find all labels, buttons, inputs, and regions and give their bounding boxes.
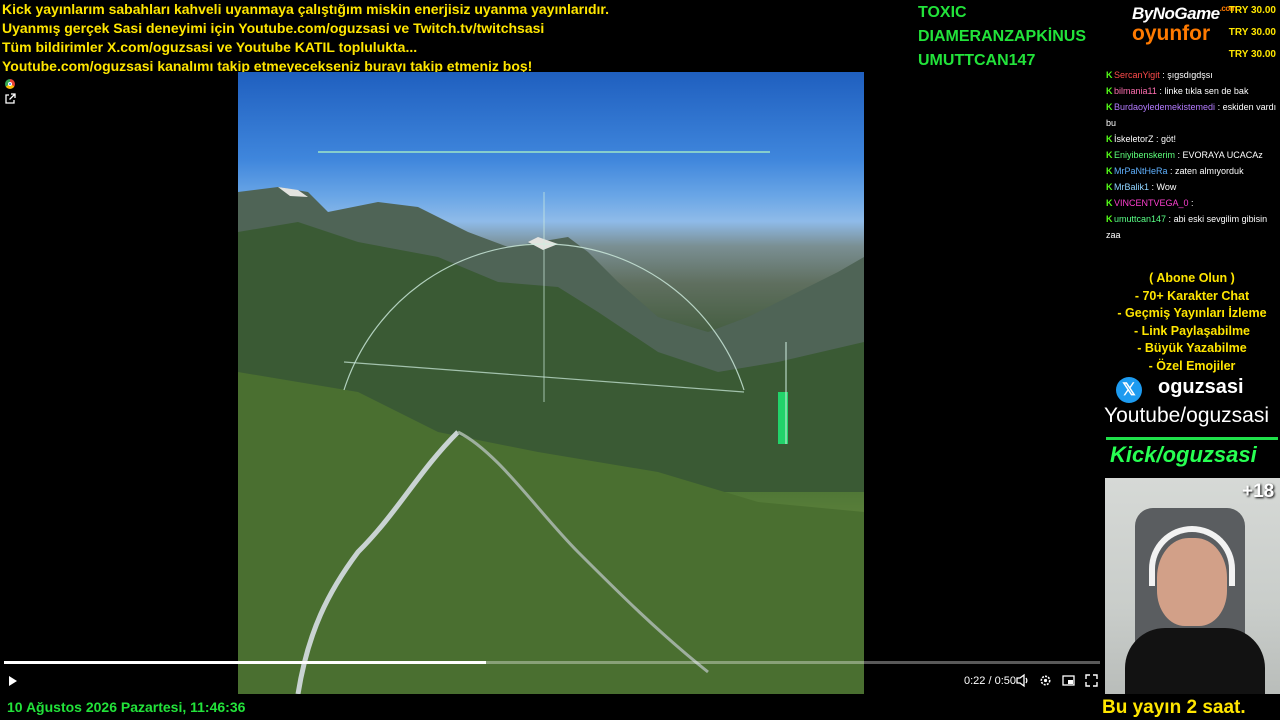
video-time: 0:22 / 0:50	[964, 675, 1016, 687]
settings-gear-icon[interactable]	[1038, 673, 1053, 688]
subscribe-line: - Büyük Yazabilme	[1137, 341, 1247, 356]
video-progress-fill	[4, 661, 487, 664]
chat-message: K Eniyibenskerim : EVORAYA UCACAz	[1106, 147, 1278, 163]
chat-username[interactable]: Eniyibenskerim	[1114, 150, 1175, 160]
ticker-line: Tüm bildirimler X.com/oguzsasi ve Youtub…	[2, 39, 418, 55]
donation-amounts: TRY 30.00 TRY 30.00 TRY 30.00	[1229, 0, 1276, 66]
subscribe-line: - Link Paylaşabilme	[1133, 323, 1251, 338]
announcement-ticker: Kick yayınlarım sabahları kahveli uyanma…	[2, 0, 902, 76]
subscribe-line: ( Abone Olun )	[1149, 271, 1235, 285]
date-time-display: 10 Ağustos 2026 Pazartesi, 11:46:36	[7, 699, 246, 715]
kick-handle: Kick/oguzsasi	[1110, 442, 1257, 467]
subscribe-line: - Geçmiş Yayınları İzleme	[1117, 306, 1267, 321]
kick-badge-icon: K	[1106, 182, 1113, 192]
chat-message: K Burdaoyledemekistemedi : eskiden vardı …	[1106, 99, 1278, 131]
chat-message: K İskeletorZ : göt!	[1106, 131, 1278, 147]
chat-text: zaten almıyorduk	[1175, 166, 1244, 176]
kick-divider	[1106, 437, 1278, 440]
kick-badge-icon: K	[1106, 86, 1113, 96]
logo-top-text: ByNoGame	[1132, 4, 1220, 23]
donor-name: UMUTTCAN147	[918, 52, 1036, 69]
chat-username[interactable]: Burdaoyledemekistemedi	[1114, 102, 1215, 112]
picture-in-picture-icon[interactable]	[1061, 673, 1076, 688]
sponsor-logo: ByNoGame.com oyunfor	[1132, 4, 1237, 52]
volume-icon[interactable]	[1015, 673, 1030, 688]
donor-name: TOXIC	[918, 4, 967, 21]
youtube-handle: Youtube/oguzsasi	[1104, 404, 1270, 427]
chat-username[interactable]: bilmania11	[1114, 86, 1157, 96]
video-progress-bar[interactable]	[4, 661, 1100, 664]
donation-amount: TRY 30.00	[1228, 49, 1276, 60]
donation-amount: TRY 30.00	[1228, 5, 1276, 16]
browser-icon	[5, 79, 15, 89]
chat-message: K SercanYigit : şıgsdıgdşsı	[1106, 67, 1278, 83]
chat-panel: K SercanYigit : şıgsdıgdşsı Kbilmania11 : …	[1106, 67, 1278, 243]
kick-badge-icon: K	[1106, 198, 1113, 208]
chat-text: göt!	[1161, 134, 1177, 144]
chat-separator: :	[1175, 150, 1183, 160]
webcam-feed	[1105, 478, 1280, 694]
chat-message: Kbilmania11 : linke tıkla sen de bak	[1106, 83, 1278, 99]
chat-text: linke tıkla sen de bak	[1164, 86, 1249, 96]
kick-badge-icon: K	[1106, 214, 1113, 224]
popout-icon[interactable]	[4, 93, 16, 105]
chat-username[interactable]: MrPaNtHeRa	[1114, 166, 1168, 176]
subscribe-benefits: ( Abone Olun ) - 70+ Karakter Chat - Geç…	[1104, 270, 1280, 376]
chat-text: şıgsdıgdşsı	[1167, 70, 1213, 80]
chat-separator: :	[1215, 102, 1223, 112]
subscribe-line: - 70+ Karakter Chat	[1134, 288, 1250, 303]
x-logo-icon: 𝕏	[1116, 377, 1142, 403]
chat-username[interactable]: MrBalik1	[1114, 182, 1149, 192]
kick-badge-icon: K	[1106, 166, 1113, 176]
video-player-frame[interactable]	[238, 72, 864, 694]
chat-message: Kumuttcan147 : abi eski sevgilim gibisin…	[1106, 211, 1278, 243]
chat-separator: :	[1149, 182, 1157, 192]
kick-badge-icon: K	[1106, 70, 1113, 80]
logo-bottom-text: oyunfor	[1132, 22, 1211, 45]
chat-username[interactable]: SercanYigit	[1114, 70, 1160, 80]
chat-separator: :	[1153, 134, 1162, 144]
chat-text: EVORAYA UCACAz	[1182, 150, 1263, 160]
streamer-torso	[1125, 628, 1265, 694]
age-rating-badge: +18	[1242, 481, 1275, 502]
chat-message: K VINCENTVEGA_0 :	[1106, 195, 1278, 211]
chat-separator: :	[1166, 214, 1174, 224]
ticker-line: Uyanmış gerçek Sasi deneyimi için Youtub…	[2, 20, 545, 36]
kick-badge-icon: K	[1106, 134, 1113, 144]
chat-message: K MrBalik1 : Wow	[1106, 179, 1278, 195]
chat-separator: :	[1167, 166, 1176, 176]
donation-amount: TRY 30.00	[1228, 27, 1276, 38]
chat-text: Wow	[1156, 182, 1177, 192]
donor-name: DIAMERANZAPKİNUS	[918, 28, 1086, 45]
kick-badge-icon: K	[1106, 102, 1113, 112]
play-icon[interactable]	[5, 674, 19, 688]
chat-username[interactable]: VINCENTVEGA_0	[1114, 198, 1189, 208]
chat-username[interactable]: İskeletorZ	[1114, 134, 1154, 144]
x-handle: oguzsasi	[1158, 376, 1244, 398]
ticker-line: Kick yayınlarım sabahları kahveli uyanma…	[2, 1, 609, 17]
chat-separator: :	[1188, 198, 1194, 208]
subscribe-line: - Özel Emojiler	[1148, 358, 1236, 373]
fullscreen-icon[interactable]	[1084, 673, 1099, 688]
chat-message: K MrPaNtHeRa : zaten almıyorduk	[1106, 163, 1278, 179]
stream-duration-banner: Bu yayın 2 saat.	[1102, 697, 1246, 718]
kick-badge-icon: K	[1106, 150, 1113, 160]
chat-username[interactable]: umuttcan147	[1114, 214, 1166, 224]
top-donors: TOXIC DIAMERANZAPKİNUS UMUTTCAN147	[918, 1, 1108, 73]
flight-scene	[238, 151, 864, 694]
